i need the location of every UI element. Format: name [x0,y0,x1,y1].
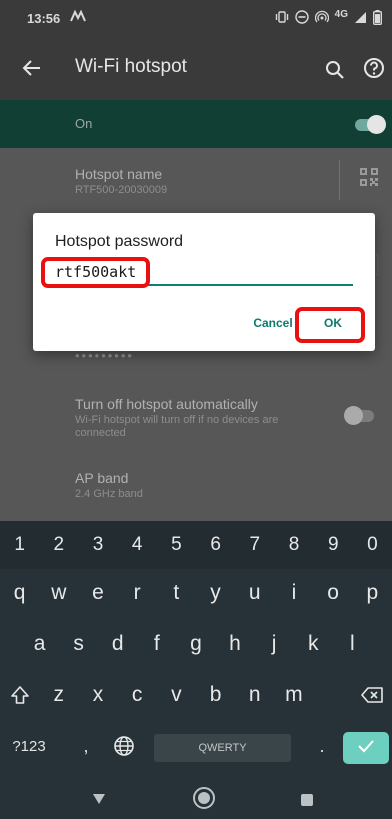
nav-recents-icon[interactable] [301,794,313,806]
key-6[interactable]: 6 [196,521,235,569]
key-h[interactable]: h [215,620,254,668]
shift-icon[interactable] [0,671,39,719]
key-i[interactable]: i [274,569,313,617]
key-u[interactable]: u [235,569,274,617]
auto-off-toggle-thumb [344,406,363,425]
nav-home-icon[interactable] [192,786,216,810]
key-5[interactable]: 5 [157,521,196,569]
ap-band-setting[interactable]: AP band 2.4 GHz band [75,470,143,501]
backspace-icon[interactable] [353,671,392,719]
soft-keyboard: 1 2 3 4 5 6 7 8 9 0 q w e r t y u i o p … [0,521,392,777]
key-o[interactable]: o [314,569,353,617]
done-key[interactable] [343,732,389,764]
key-7[interactable]: 7 [235,521,274,569]
app-bar: Wi-Fi hotspot [0,36,392,100]
network-type-label: 4G [334,9,348,20]
password-input-highlight [41,257,150,288]
key-9[interactable]: 9 [314,521,353,569]
hotspot-icon [314,10,329,24]
space-key[interactable]: QWERTY [154,734,291,762]
key-period[interactable]: . [312,722,332,770]
key-comma[interactable]: , [74,722,98,770]
key-n[interactable]: n [235,671,274,719]
key-s[interactable]: s [59,620,98,668]
app-notification-icon [70,9,86,23]
search-icon[interactable] [323,58,347,82]
key-d[interactable]: d [98,620,137,668]
hotspot-name-title: Hotspot name [75,166,163,182]
qr-code-icon[interactable] [360,168,378,186]
back-arrow-icon[interactable] [18,54,46,82]
divider [339,160,340,200]
key-y[interactable]: y [196,569,235,617]
symbols-key[interactable]: ?123 [0,722,58,770]
key-x[interactable]: x [78,671,117,719]
signal-icon [354,11,367,24]
hotspot-switch-row[interactable]: On [0,100,392,148]
hotspot-toggle-thumb [367,115,386,134]
keyboard-row-1: q w e r t y u i o p [0,569,392,617]
key-3[interactable]: 3 [78,521,117,569]
key-8[interactable]: 8 [274,521,313,569]
key-q[interactable]: q [0,569,39,617]
key-1[interactable]: 1 [0,521,39,569]
key-g[interactable]: g [176,620,215,668]
do-not-disturb-icon [294,10,309,24]
help-icon[interactable] [362,56,386,80]
nav-back-icon[interactable] [92,792,106,804]
key-w[interactable]: w [39,569,78,617]
hotspot-name-setting[interactable]: Hotspot name RTF500-20030009 [75,166,167,197]
auto-off-toggle[interactable] [344,406,376,425]
hotspot-password-dialog: Hotspot password Cancel OK [33,213,375,351]
page-title: Wi-Fi hotspot [75,56,187,77]
hotspot-switch-label: On [75,116,93,131]
key-e[interactable]: e [78,569,117,617]
key-4[interactable]: 4 [118,521,157,569]
vibrate-icon [275,10,289,24]
status-bar: 13:56 4G [0,0,392,36]
key-2[interactable]: 2 [39,521,78,569]
key-k[interactable]: k [294,620,333,668]
ap-band-value: 2.4 GHz band [75,488,143,500]
cancel-button[interactable]: Cancel [251,311,295,335]
key-t[interactable]: t [157,569,196,617]
status-time: 13:56 [27,11,61,26]
key-m[interactable]: m [274,671,313,719]
status-icons: 4G [275,8,382,26]
hotspot-name-value: RTF500-20030009 [75,184,168,196]
key-a[interactable]: a [20,620,59,668]
key-0[interactable]: 0 [353,521,392,569]
key-l[interactable]: l [333,620,372,668]
auto-off-setting[interactable]: Turn off hotspot automatically Wi-Fi hot… [75,396,325,440]
key-v[interactable]: v [157,671,196,719]
auto-off-title: Turn off hotspot automatically [75,396,258,412]
key-p[interactable]: p [353,569,392,617]
ok-button-highlight [295,307,365,343]
key-j[interactable]: j [255,620,294,668]
keyboard-row-3: z x c v b n m [0,671,392,719]
auto-off-subtitle: Wi-Fi hotspot will turn off if no device… [75,414,279,439]
key-z[interactable]: z [39,671,78,719]
key-c[interactable]: c [118,671,157,719]
keyboard-number-row: 1 2 3 4 5 6 7 8 9 0 [0,521,392,569]
hotspot-toggle[interactable] [351,115,386,134]
key-b[interactable]: b [196,671,235,719]
globe-icon[interactable] [112,734,136,758]
dialog-title: Hotspot password [55,233,184,250]
keyboard-row-2: a s d f g h j k l [20,620,372,668]
key-r[interactable]: r [118,569,157,617]
ap-band-title: AP band [75,470,129,486]
key-f[interactable]: f [137,620,176,668]
keyboard-row-4: ?123 , QWERTY . [0,722,392,770]
battery-icon [373,9,382,25]
checkmark-icon [356,738,376,759]
navigation-bar [0,777,392,819]
